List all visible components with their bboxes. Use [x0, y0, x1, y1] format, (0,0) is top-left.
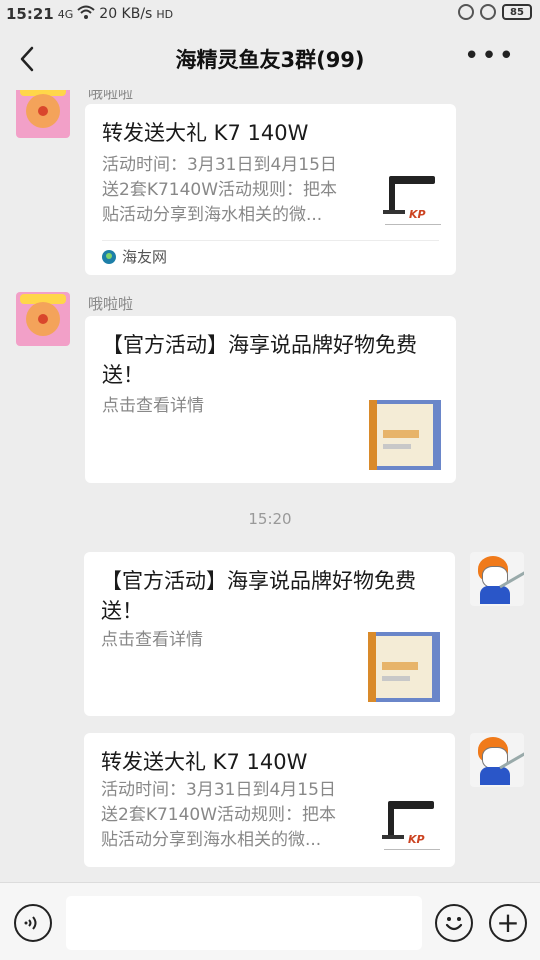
- plus-icon: +: [496, 906, 520, 939]
- card-desc: 点击查看详情: [102, 396, 204, 416]
- smiley-icon: [445, 917, 463, 931]
- more-functions-button[interactable]: +: [489, 904, 527, 942]
- card-divider: [102, 240, 439, 241]
- card-thumbnail: [369, 400, 441, 470]
- card-thumbnail: KP: [374, 791, 446, 861]
- link-card-message[interactable]: 转发送大礼 K7 140W 活动时间：3月31日到4月15日 送2套K7140W…: [84, 733, 455, 867]
- message-input-bar: +: [0, 882, 540, 960]
- hd-icon: HD: [156, 7, 174, 21]
- card-title: 【官方活动】海享说品牌好物免费送！: [101, 569, 416, 623]
- sender-avatar[interactable]: [16, 292, 70, 346]
- chat-header: 海精灵鱼友3群(99) •••: [0, 28, 540, 90]
- chat-message-list[interactable]: 哦啦啦 转发送大礼 K7 140W 活动时间：3月31日到4月15日 送2套K7…: [0, 90, 540, 882]
- card-thumbnail: [368, 632, 440, 702]
- my-avatar[interactable]: [470, 552, 524, 606]
- thumb-logo: KP: [409, 208, 426, 221]
- link-card-message[interactable]: 【官方活动】海享说品牌好物免费送！ 点击查看详情: [85, 316, 456, 483]
- message-text-input[interactable]: [66, 896, 422, 950]
- sender-avatar[interactable]: [16, 90, 70, 138]
- network-speed: 20 KB/s: [99, 6, 153, 22]
- message-timestamp: 15:20: [248, 510, 292, 528]
- card-desc-line: 活动时间：3月31日到4月15日: [101, 780, 336, 800]
- chat-title: 海精灵鱼友3群(99): [175, 48, 365, 72]
- card-desc-line: 活动时间：3月31日到4月15日: [102, 155, 337, 175]
- card-source: 海友网: [102, 246, 167, 267]
- card-thumbnail: KP: [375, 166, 447, 236]
- card-title: 【官方活动】海享说品牌好物免费送！: [102, 333, 417, 387]
- source-app-icon: [102, 249, 116, 264]
- clock: 15:21: [6, 5, 54, 23]
- source-name: 海友网: [122, 248, 168, 266]
- card-title: 转发送大礼 K7 140W: [102, 121, 309, 145]
- sender-name: 哦啦啦: [88, 295, 134, 313]
- card-desc: 点击查看详情: [101, 630, 203, 650]
- card-desc-line: 贴活动分享到海水相关的微...: [102, 205, 323, 225]
- status-left: 15:21 4G 20 KB/s HD: [6, 5, 173, 23]
- link-card-message[interactable]: 【官方活动】海享说品牌好物免费送！ 点击查看详情: [84, 552, 455, 716]
- card-title: 转发送大礼 K7 140W: [101, 750, 308, 774]
- battery-icon: 85: [502, 4, 532, 20]
- voice-icon: [24, 916, 37, 930]
- status-bar: 15:21 4G 20 KB/s HD 85: [0, 0, 540, 28]
- status-right: 85: [458, 4, 532, 20]
- link-card-message[interactable]: 转发送大礼 K7 140W 活动时间：3月31日到4月15日 送2套K7140W…: [85, 104, 456, 275]
- emoji-button[interactable]: [435, 904, 473, 942]
- wifi-icon: [77, 5, 95, 23]
- lock-rotation-icon: [480, 4, 496, 20]
- signal-icon: 4G: [57, 7, 74, 21]
- my-avatar[interactable]: [470, 733, 524, 787]
- thumb-logo: KP: [408, 833, 425, 846]
- voice-input-button[interactable]: [14, 904, 52, 942]
- card-desc-line: 送2套K7140W活动规则：把本: [101, 805, 337, 825]
- card-desc-line: 送2套K7140W活动规则：把本: [102, 180, 338, 200]
- eye-comfort-icon: [458, 4, 474, 20]
- more-options-button[interactable]: •••: [464, 43, 516, 69]
- card-desc-line: 贴活动分享到海水相关的微...: [101, 830, 322, 850]
- sender-name: 哦啦啦: [88, 90, 134, 102]
